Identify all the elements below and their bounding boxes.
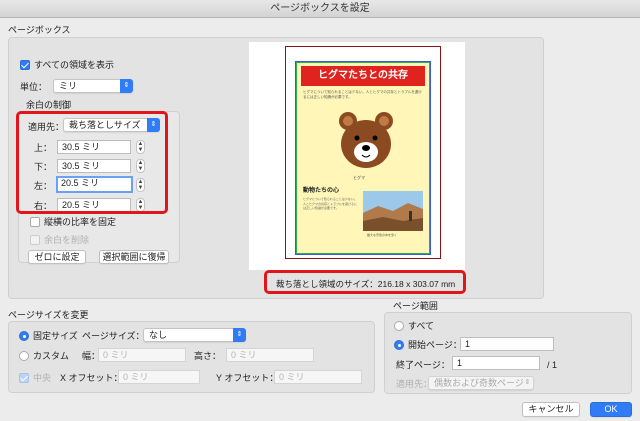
center-checkbox[interactable] bbox=[19, 373, 29, 383]
page-size-value: なし bbox=[149, 330, 168, 340]
preview-body-text: ヒグマについて知られることは少ない。人とヒグマの共存とトラブルを避けるには正しい… bbox=[303, 90, 422, 99]
preview-heading: ヒグマたちとの共存 bbox=[301, 66, 425, 86]
ok-button[interactable]: OK bbox=[590, 402, 632, 417]
margin-highlight-box bbox=[16, 111, 168, 214]
fixed-size-label: 固定サイズ bbox=[33, 331, 78, 341]
height-label: 高さ： bbox=[194, 351, 222, 361]
units-value: ミリ bbox=[59, 81, 78, 91]
constrain-label: 縦横の比率を固定 bbox=[44, 217, 117, 227]
center-label: 中央 bbox=[33, 373, 52, 383]
units-popup[interactable]: ミリ ⇕ bbox=[53, 79, 133, 93]
window-title: ページボックスを設定 bbox=[0, 0, 640, 18]
set-zero-button[interactable]: ゼロに設定 bbox=[28, 250, 86, 264]
size-highlight-box bbox=[264, 270, 466, 294]
to-page-label: 終了ページ： bbox=[396, 360, 450, 370]
height-field[interactable]: 0 ミリ bbox=[226, 348, 314, 362]
page-size-label: ページサイズ： bbox=[82, 331, 145, 341]
from-page-field[interactable]: 1 bbox=[460, 337, 554, 351]
remove-white-label: 余白を削除 bbox=[44, 235, 90, 245]
page-range-radio[interactable] bbox=[394, 340, 404, 350]
show-all-label: すべての領域を表示 bbox=[34, 60, 115, 70]
total-pages-text: / 1 bbox=[547, 360, 558, 370]
popup-arrow-icon: ⇕ bbox=[120, 79, 133, 93]
all-pages-radio[interactable] bbox=[394, 321, 404, 331]
from-page-label: 開始ページ： bbox=[408, 340, 462, 350]
range-apply-popup[interactable]: 偶数および奇数ページ ⇕ bbox=[428, 376, 534, 390]
range-apply-label: 適用先： bbox=[396, 379, 433, 389]
to-page-field[interactable]: 1 bbox=[452, 356, 540, 370]
margin-group-label: 余白の制御 bbox=[26, 100, 72, 110]
bear-illustration bbox=[339, 112, 393, 168]
fixed-size-radio[interactable] bbox=[19, 331, 29, 341]
page-range-section-label: ページ範囲 bbox=[393, 301, 438, 311]
custom-size-radio[interactable] bbox=[19, 351, 29, 361]
x-offset-label: X オフセット： bbox=[60, 373, 123, 383]
show-all-checkbox[interactable] bbox=[20, 60, 30, 70]
constrain-checkbox[interactable] bbox=[30, 217, 40, 227]
custom-label: カスタム bbox=[33, 351, 70, 361]
revert-to-selection-button[interactable]: 選択範囲に復帰 bbox=[99, 250, 169, 264]
page-size-popup[interactable]: なし ⇕ bbox=[143, 328, 246, 342]
cancel-button[interactable]: キャンセル bbox=[522, 402, 580, 417]
x-offset-field[interactable]: 0 ミリ bbox=[118, 370, 200, 384]
preview-column-text: ヒグマについて知られることは少ない。人とヒグマの共存とトラブルを避けるには正しい… bbox=[303, 197, 358, 210]
page-size-section-label: ページサイズを変更 bbox=[8, 310, 89, 320]
y-offset-label: Y オフセット： bbox=[216, 373, 279, 383]
preview-photo-caption: 雄大な景色の中を歩く bbox=[367, 233, 398, 237]
width-field[interactable]: 0 ミリ bbox=[98, 348, 186, 362]
all-pages-label: すべて bbox=[408, 321, 435, 331]
y-offset-field[interactable]: 0 ミリ bbox=[274, 370, 362, 384]
remove-white-checkbox[interactable] bbox=[30, 235, 40, 245]
popup-arrow-icon: ⇕ bbox=[233, 328, 246, 342]
units-label: 単位： bbox=[20, 82, 48, 92]
preview-sub-heading: 動物たちの心 bbox=[303, 188, 340, 194]
range-apply-value: 偶数および奇数ページ bbox=[434, 378, 524, 388]
preview-caption: ヒグマ bbox=[353, 175, 365, 180]
preview-page: ヒグマたちとの共存 ヒグマについて知られることは少ない。人とヒグマの共存とトラブ… bbox=[295, 61, 431, 255]
canyon-photo bbox=[363, 191, 423, 231]
popup-arrow-icon: ⇕ bbox=[524, 379, 531, 386]
page-box-section-label: ページボックス bbox=[8, 25, 71, 35]
